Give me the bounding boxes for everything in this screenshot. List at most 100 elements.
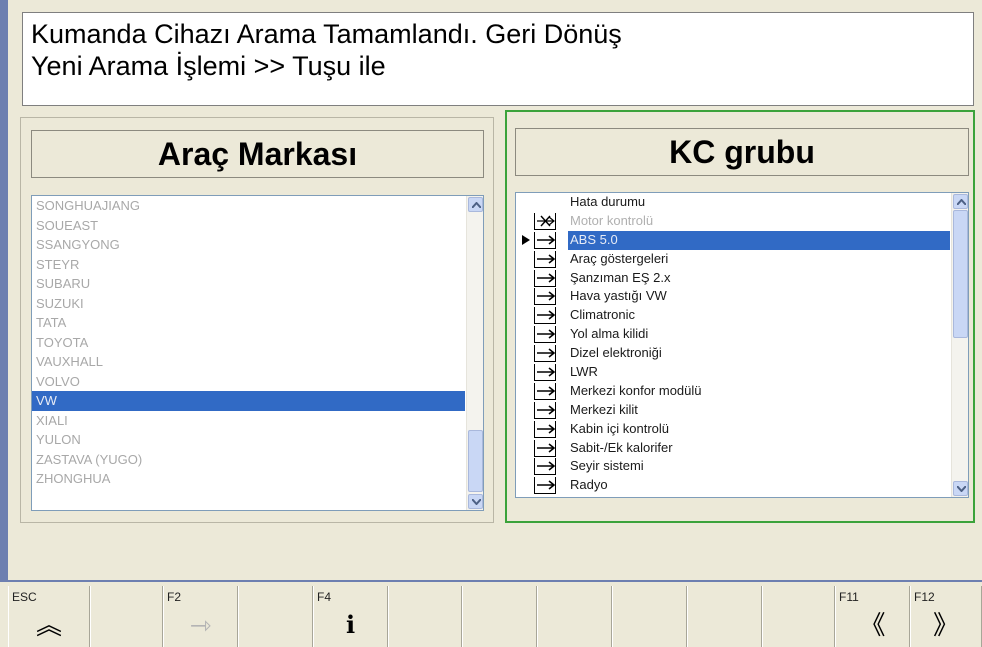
kc-group-list-item[interactable]: Yol alma kilidi	[516, 325, 950, 344]
kc-group-list-item[interactable]: Climatronic	[516, 306, 950, 325]
fkey-empty-slot	[462, 586, 537, 647]
fkey-f12-button[interactable]: F12 》	[910, 586, 982, 647]
fkey-esc-button[interactable]: ESC ︽	[8, 586, 90, 647]
kc-group-list-item[interactable]: Şanzıman EŞ 2.x	[516, 269, 950, 288]
cross-icon	[534, 212, 556, 230]
status-message-box: Kumanda Cihazı Arama Tamamlandı. Geri Dö…	[22, 12, 974, 106]
fkey-empty-slot	[388, 586, 462, 647]
kc-group-list-item[interactable]: Sabit-/Ek kalorifer	[516, 439, 950, 458]
scroll-up-button[interactable]	[953, 194, 968, 209]
kc-group-list-item[interactable]: Kabin içi kontrolü	[516, 420, 950, 439]
status-message-line-1: Kumanda Cihazı Arama Tamamlandı. Geri Dö…	[31, 19, 622, 49]
status-message-line-2: Yeni Arama İşlemi >> Tuşu ile	[31, 51, 386, 81]
arrow-icon	[534, 477, 556, 495]
function-key-bar: ESC ︽ F2 ⇾ F4 i F11 《 F12 》	[0, 580, 982, 647]
fkey-f4-button[interactable]: F4 i	[313, 586, 388, 647]
kc-group-list-item[interactable]: ABS 5.0	[516, 230, 950, 250]
arrow-icon	[534, 439, 556, 457]
kc-group-list-item[interactable]: LWR	[516, 363, 950, 382]
kc-group-item-label: Merkezi kilit	[570, 401, 638, 417]
kc-group-item-label: Araç göstergeleri	[570, 250, 669, 266]
kc-list-scrollbar[interactable]	[951, 193, 968, 497]
brand-list-item[interactable]: STEYR	[32, 255, 465, 275]
kc-group-item-label: Yol alma kilidi	[570, 326, 649, 342]
double-chevron-left-icon: 《	[859, 610, 886, 640]
fkey-label: F2	[167, 590, 182, 604]
fkey-f11-button[interactable]: F11 《	[835, 586, 910, 647]
kc-group-item-label: Hava yastığı VW	[570, 288, 667, 304]
brand-list-item[interactable]: VW	[32, 391, 465, 411]
kc-group-panel-title: KC grubu	[515, 128, 969, 176]
arrow-icon	[534, 250, 556, 268]
fkey-f2-button[interactable]: F2 ⇾	[163, 586, 238, 647]
brand-list-item[interactable]: SUBARU	[32, 274, 465, 294]
brand-list-item[interactable]: ZHONGHUA	[32, 469, 465, 489]
kc-group-list-item[interactable]: Dizel elektroniği	[516, 344, 950, 363]
arrow-icon	[534, 345, 556, 363]
fkey-empty-slot	[687, 586, 762, 647]
chevron-up-icon	[472, 202, 481, 208]
brand-list-item[interactable]: SOUEAST	[32, 216, 465, 236]
arrow-right-icon: ⇾	[189, 610, 212, 640]
kc-group-item-label: Merkezi konfor modülü	[570, 382, 702, 398]
arrow-icon	[534, 458, 556, 476]
kc-group-list: Hata durumu Motor kontrolü ABS 5.0 Araç gös…	[516, 193, 968, 495]
scroll-down-button[interactable]	[953, 481, 968, 496]
brand-list-item[interactable]: SONGHUAJIANG	[32, 196, 465, 216]
brand-list-scrollbar[interactable]	[466, 196, 483, 510]
kc-group-list-item[interactable]: Merkezi kilit	[516, 401, 950, 420]
kc-group-item-label: Dizel elektroniği	[570, 345, 662, 361]
arrow-icon	[534, 326, 556, 344]
info-icon: i	[345, 610, 356, 639]
arrow-icon	[534, 307, 556, 325]
fkey-label: F4	[317, 590, 332, 604]
scroll-up-button[interactable]	[468, 197, 483, 212]
brand-list-item[interactable]: TOYOTA	[32, 333, 465, 353]
double-chevron-right-icon: 》	[932, 610, 959, 640]
chevron-up-icon	[957, 199, 966, 205]
brand-panel-title: Araç Markası	[31, 130, 484, 178]
chevron-down-icon	[957, 486, 966, 492]
brand-list-item[interactable]: XIALI	[32, 411, 465, 431]
arrow-icon	[534, 269, 556, 287]
kc-group-list-item[interactable]: Hava yastığı VW	[516, 287, 950, 306]
selection-marker-icon	[522, 234, 530, 245]
brand-list-item[interactable]: TATA	[32, 313, 465, 333]
scroll-thumb[interactable]	[468, 430, 483, 492]
kc-group-list-item[interactable]: Radyo	[516, 476, 950, 495]
window-left-edge	[0, 0, 8, 580]
arrow-icon	[534, 364, 556, 382]
scroll-thumb[interactable]	[953, 210, 968, 338]
kc-group-list-item[interactable]: Araç göstergeleri	[516, 250, 950, 269]
fkey-label: ESC	[12, 590, 37, 604]
fkey-empty-slot	[238, 586, 313, 647]
brand-list-item[interactable]: SUZUKI	[32, 294, 465, 314]
brand-list-item[interactable]: YULON	[32, 430, 465, 450]
brand-list-item[interactable]: SSANGYONG	[32, 235, 465, 255]
fkey-label: F12	[914, 590, 935, 604]
kc-group-list-item[interactable]: Motor kontrolü	[516, 212, 950, 231]
fkey-empty-slot	[762, 586, 835, 647]
kc-group-item-label: Şanzıman EŞ 2.x	[570, 269, 671, 285]
arrow-icon	[534, 382, 556, 400]
kc-group-panel: KC grubu Hata durumu Motor kontrolü ABS 5.…	[505, 110, 975, 523]
scroll-down-button[interactable]	[468, 494, 483, 509]
kc-group-item-label: LWR	[570, 364, 598, 380]
brand-panel: Araç Markası SONGHUAJIANG SOUEAST SSANGYON…	[20, 117, 494, 523]
arrow-icon	[534, 288, 556, 306]
arrow-icon	[534, 420, 556, 438]
kc-group-item-label: Seyir sistemi	[570, 458, 644, 474]
arrow-icon	[534, 401, 556, 419]
brand-list-item[interactable]: VAUXHALL	[32, 352, 465, 372]
kc-group-item-label: Radyo	[570, 477, 608, 493]
brand-listbox[interactable]: SONGHUAJIANG SOUEAST SSANGYONG STEYR SUBARU S…	[31, 195, 484, 511]
kc-group-list-item[interactable]: Seyir sistemi	[516, 457, 950, 476]
kc-group-item-label: Sabit-/Ek kalorifer	[570, 439, 673, 455]
brand-list-item[interactable]: VOLVO	[32, 372, 465, 392]
kc-group-list-item[interactable]: Merkezi konfor modülü	[516, 382, 950, 401]
kc-group-list-item[interactable]: Hata durumu	[516, 193, 950, 212]
brand-list-item[interactable]: ZASTAVA (YUGO)	[32, 450, 465, 470]
kc-group-listbox[interactable]: Hata durumu Motor kontrolü ABS 5.0 Araç gös…	[515, 192, 969, 498]
fkey-empty-slot	[90, 586, 163, 647]
kc-group-item-label: Climatronic	[570, 307, 636, 323]
